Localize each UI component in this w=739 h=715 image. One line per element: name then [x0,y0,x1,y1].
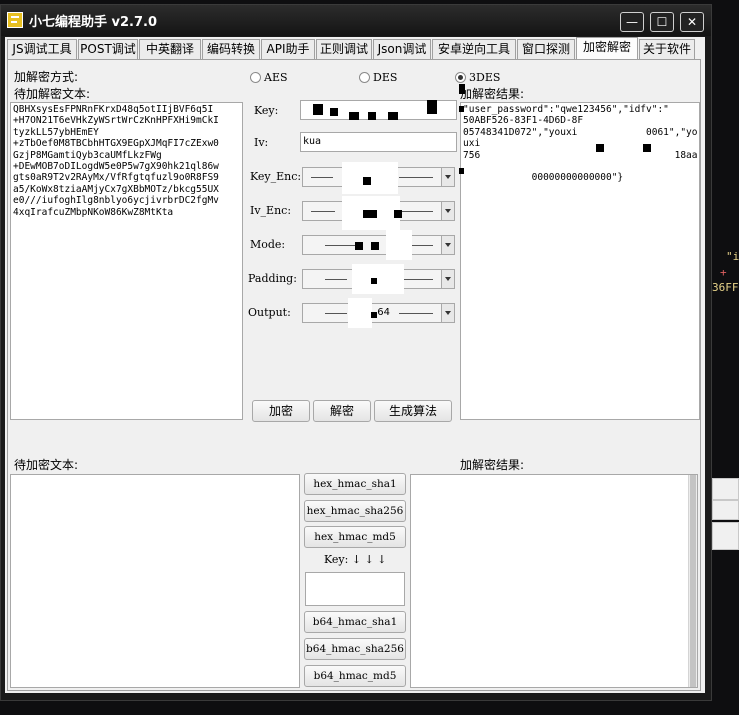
decrypt-button[interactable]: 解密 [313,400,371,422]
hmac-key-label: Key: ↓ ↓ ↓ [324,553,387,566]
chevron-down-icon[interactable] [441,168,454,186]
close-button[interactable]: ✕ [680,12,704,32]
output-value: 64 [377,307,390,318]
redaction-mark [368,112,376,120]
redaction-mask [352,264,404,294]
3des-radio-label: 3DES [469,71,501,84]
mode-label: Mode: [250,238,286,251]
aes-radio-label: AES [264,71,288,84]
redaction-mark [355,242,363,250]
crypto-result-textarea[interactable]: "user_password":"qwe123456","idfv":" 50A… [460,102,700,420]
b64-hmac-md5-button[interactable]: b64_hmac_md5 [304,665,406,687]
method-label: 加解密方式: [14,70,79,84]
app-window: 小七编程助手 v2.7.0 — ☐ ✕ JS调试工具 POST调试 中英翻译 编… [0,4,712,701]
window-client: JS调试工具 POST调试 中英翻译 编码转换 API助手 正则调试 Json调… [5,37,705,693]
key-enc-label: Key_Enc: [250,170,302,183]
redaction-mark [459,84,465,94]
des-radio[interactable] [359,72,370,83]
redaction-mark [371,312,377,318]
redaction-mark [371,242,379,250]
key-label: Key: [254,104,279,117]
redaction-mark [459,106,464,112]
background-panel [712,500,739,520]
redaction-mark [313,104,323,115]
redaction-mask [330,133,430,151]
redaction-mark [349,112,359,120]
redaction-mark [330,108,338,116]
tab-encoding[interactable]: 编码转换 [202,39,260,59]
chevron-down-icon[interactable] [441,236,454,254]
des-radio-label: DES [373,71,398,84]
iv-enc-label: Iv_Enc: [250,204,292,217]
hex-hmac-sha256-button[interactable]: hex_hmac_sha256 [304,500,406,522]
redaction-mark [394,210,402,218]
tab-regex-debug[interactable]: 正则调试 [316,39,372,59]
3des-radio[interactable] [455,72,466,83]
redaction-mark [371,278,377,284]
encrypt-button[interactable]: 加密 [252,400,310,422]
encrypt-decrypt-panel: 加解密方式: 待加解密文本: QBHXsysEsFPNRnFKrxD48q5ot… [7,59,701,691]
background-code-line: + [720,266,727,279]
hmac-input-label: 待加密文本: [14,458,79,472]
redaction-mark [427,100,437,114]
tab-encrypt-decrypt[interactable]: 加密解密 [576,37,638,60]
redaction-mark [596,144,604,152]
hex-hmac-sha1-button[interactable]: hex_hmac_sha1 [304,473,406,495]
hmac-result-textarea[interactable] [410,474,698,688]
chevron-down-icon[interactable] [441,270,454,288]
b64-hmac-sha1-button[interactable]: b64_hmac_sha1 [304,611,406,633]
redaction-mark [388,112,398,120]
redaction-mark [643,144,651,152]
tab-js-debug[interactable]: JS调试工具 [7,39,77,59]
b64-hmac-sha256-button[interactable]: b64_hmac_sha256 [304,638,406,660]
tab-api-helper[interactable]: API助手 [261,39,315,59]
redaction-mark [363,177,371,185]
tab-android-reverse[interactable]: 安卓逆向工具 [432,39,516,59]
hmac-input-textarea[interactable] [10,474,300,688]
redaction-mask [386,230,412,260]
input-text-label: 待加解密文本: [14,87,91,101]
tab-window-probe[interactable]: 窗口探测 [517,39,575,59]
redaction-mark [459,168,464,174]
tab-post-debug[interactable]: POST调试 [78,39,138,59]
hmac-result-label: 加解密结果: [460,458,525,472]
title-bar[interactable]: 小七编程助手 v2.7.0 — ☐ ✕ [1,5,711,36]
tab-translate[interactable]: 中英翻译 [139,39,201,59]
tab-json-debug[interactable]: Json调试 [373,39,431,59]
redaction-mark [363,210,377,218]
background-code-line: 36FF4 [712,281,739,294]
padding-label: Padding: [248,272,297,285]
app-icon [7,12,23,28]
minimize-button[interactable]: — [620,12,644,32]
chevron-down-icon[interactable] [441,202,454,220]
chevron-down-icon[interactable] [441,304,454,322]
background-panel [712,522,739,550]
crypto-input-textarea[interactable]: QBHXsysEsFPNRnFKrxD48q5otIIjBVF6q5I +H7O… [10,102,243,420]
hex-hmac-md5-button[interactable]: hex_hmac_md5 [304,526,406,548]
result-label: 加解密结果: [460,87,525,101]
background-panel [712,478,739,500]
aes-radio[interactable] [250,72,261,83]
background-code-line: "i [726,250,739,263]
window-title: 小七编程助手 v2.7.0 [29,15,158,30]
output-combo[interactable]: 64 [302,303,455,323]
output-label: Output: [248,306,291,319]
iv-label: Iv: [254,136,269,149]
maximize-button[interactable]: ☐ [650,12,674,32]
hmac-key-input[interactable] [305,572,405,606]
result-scrollbar[interactable] [688,475,697,687]
generate-algorithm-button[interactable]: 生成算法 [374,400,452,422]
redaction-mask [348,298,372,328]
tab-about[interactable]: 关于软件 [639,39,695,59]
